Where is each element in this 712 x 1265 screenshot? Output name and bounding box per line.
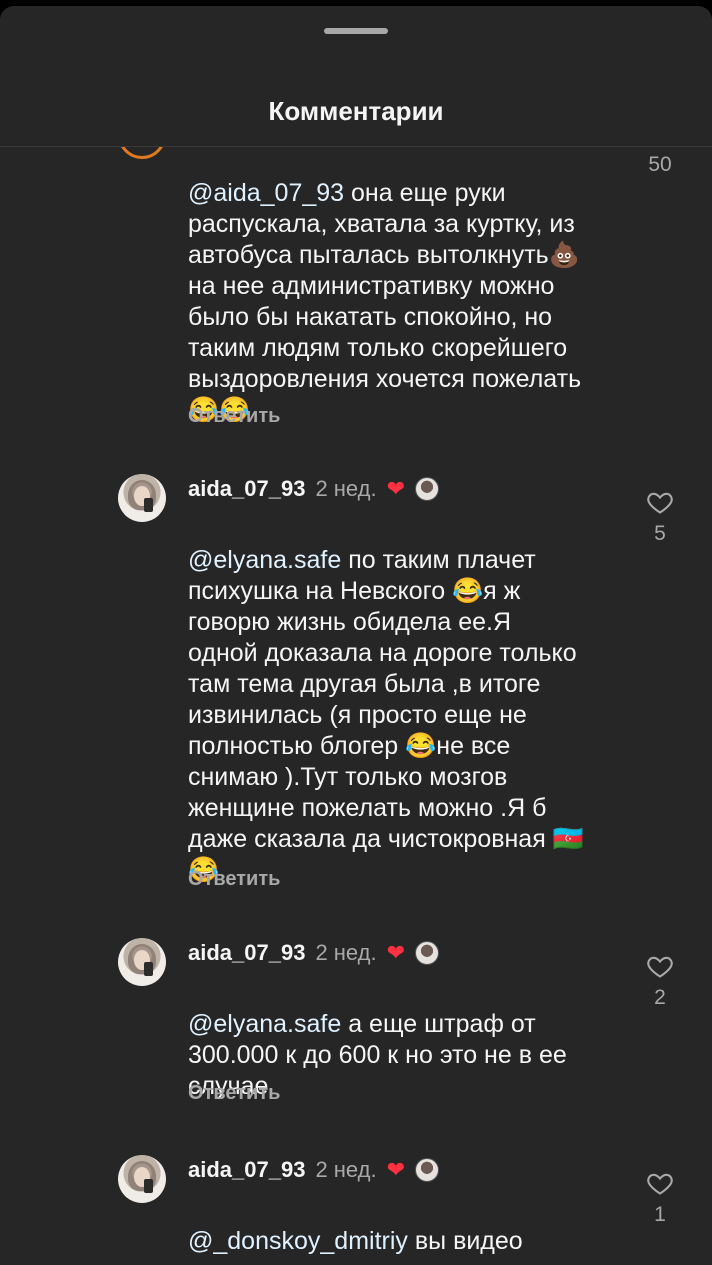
comment-username[interactable]: aida_07_93 xyxy=(188,476,305,502)
comment-meta: aida_07_93 2 нед. ❤ xyxy=(188,1155,440,1185)
comment-body: по таким плачет психушка на Невского 😂я … xyxy=(188,546,584,884)
comment-mention[interactable]: @elyana.safe xyxy=(188,1010,341,1038)
like-count: 5 xyxy=(654,522,666,545)
comment-username[interactable]: aida_07_93 xyxy=(188,940,305,966)
creator-avatar xyxy=(415,1158,440,1182)
creator-avatar xyxy=(415,477,440,501)
comment-body: она еще руки распускала, хватала за курт… xyxy=(188,179,582,424)
comment-text: @elyana.safe по таким плачет психушка на… xyxy=(188,514,628,886)
avatar[interactable] xyxy=(118,474,166,522)
comment-time: 2 нед. xyxy=(315,476,377,501)
like-count: 1 xyxy=(654,1203,666,1226)
heart-filled-icon: ❤ xyxy=(386,476,406,501)
page-title: Комментарии xyxy=(268,96,444,126)
comment-mention[interactable]: @elyana.safe xyxy=(188,546,341,574)
comment-time: 2 нед. xyxy=(315,940,377,965)
heart-outline-icon[interactable] xyxy=(646,488,674,516)
comment-mention[interactable]: @aida_07_93 xyxy=(188,179,344,207)
comment-meta: aida_07_93 2 нед. ❤ xyxy=(188,474,440,504)
heart-filled-icon: ❤ xyxy=(386,940,406,965)
reply-button[interactable]: Ответить xyxy=(188,405,280,428)
heart-filled-icon: ❤ xyxy=(386,1157,406,1182)
reply-button[interactable]: Ответить xyxy=(188,1082,280,1105)
comment-mention[interactable]: @_donskoy_dmitriy xyxy=(188,1227,408,1255)
comment-text: @aida_07_93 она еще руки распускала, хва… xyxy=(188,147,628,426)
like-count: 2 xyxy=(654,986,666,1009)
creator-avatar xyxy=(415,941,440,965)
comment-time: 2 нед. xyxy=(315,1157,377,1182)
comments-list[interactable]: @aida_07_93 она еще руки распускала, хва… xyxy=(0,147,712,1265)
drag-handle[interactable] xyxy=(324,28,388,34)
heart-outline-icon[interactable] xyxy=(646,952,674,980)
like-count: 50 xyxy=(648,153,672,176)
comment-username[interactable]: aida_07_93 xyxy=(188,1157,305,1183)
avatar[interactable] xyxy=(118,147,166,159)
comment-meta: aida_07_93 2 нед. ❤ xyxy=(188,938,440,968)
comments-sheet: Комментарии @aida_07_93 она еще руки рас… xyxy=(0,6,712,1265)
reply-button[interactable]: Ответить xyxy=(188,868,280,891)
heart-outline-icon[interactable] xyxy=(646,1169,674,1197)
avatar[interactable] xyxy=(118,1155,166,1203)
comment-text: @_donskoy_dmitriy вы видео взгляните и т… xyxy=(188,1195,628,1265)
avatar[interactable] xyxy=(118,938,166,986)
